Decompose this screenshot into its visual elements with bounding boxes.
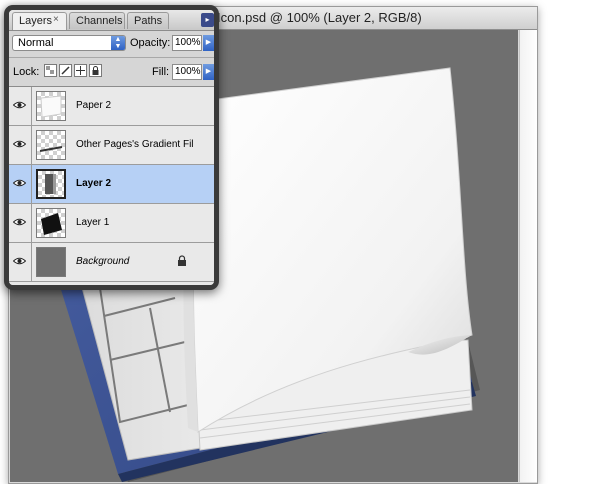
- layer-thumbnail: [36, 247, 66, 277]
- tab-paths[interactable]: Paths: [127, 12, 169, 29]
- lock-row: Lock: Fill: 100% ▶: [9, 58, 214, 87]
- visibility-toggle[interactable]: [9, 165, 32, 203]
- layer-row-layer-1[interactable]: Layer 1: [9, 204, 214, 243]
- fill-label: Fill:: [152, 66, 170, 78]
- layer-row-paper-2[interactable]: Paper 2: [9, 87, 214, 126]
- lock-all-padlock-icon[interactable]: [89, 64, 102, 77]
- layer-name: Other Pages's Gradient Fill co...: [76, 139, 194, 150]
- layers-panel: Layers × Channels Paths ▸ Normal ▲ ▼ Opac…: [4, 5, 219, 290]
- updown-arrow-icon: ▲ ▼: [111, 36, 125, 50]
- layer-name: Layer 2: [76, 178, 112, 189]
- document-title: Icon.psd @ 100% (Layer 2, RGB/8): [217, 10, 422, 25]
- eye-icon: [13, 257, 26, 265]
- layer-thumbnail: [36, 169, 66, 199]
- layer-thumbnail: [36, 208, 66, 238]
- tab-channels[interactable]: Channels: [69, 12, 125, 29]
- tab-paths-label: Paths: [134, 15, 163, 27]
- visibility-toggle[interactable]: [9, 204, 32, 242]
- layer-list: Paper 2 Other Pages's Gradient Fill co..…: [9, 87, 214, 285]
- blend-mode-value: Normal: [18, 37, 54, 49]
- eye-icon: [13, 218, 26, 226]
- close-icon[interactable]: ×: [53, 14, 59, 25]
- lock-position-move-icon[interactable]: [74, 64, 87, 77]
- visibility-toggle[interactable]: [9, 87, 32, 125]
- visibility-toggle[interactable]: [9, 126, 32, 164]
- opacity-slider-arrow-icon[interactable]: ▶: [203, 35, 214, 51]
- layer-row-background[interactable]: Background: [9, 243, 214, 282]
- panel-menu-icon[interactable]: ▸: [201, 13, 214, 27]
- layer-thumbnail: [36, 130, 66, 160]
- fill-slider-arrow-icon[interactable]: ▶: [203, 64, 214, 80]
- panel-tab-bar: Layers × Channels Paths ▸: [9, 10, 214, 31]
- visibility-toggle[interactable]: [9, 243, 32, 281]
- blend-mode-select[interactable]: Normal ▲ ▼: [12, 35, 126, 51]
- blend-row: Normal ▲ ▼ Opacity: 100% ▶: [9, 31, 214, 58]
- lock-icon: [178, 255, 186, 266]
- layer-name: Paper 2: [76, 100, 112, 111]
- layer-name: Layer 1: [76, 217, 110, 228]
- layer-thumbnail: [36, 91, 66, 121]
- lock-label: Lock:: [13, 66, 40, 78]
- eye-icon: [13, 101, 26, 109]
- layer-row-layer-2[interactable]: Layer 2: [9, 165, 214, 204]
- fill-input[interactable]: 100%: [172, 64, 202, 80]
- eye-icon: [13, 179, 26, 187]
- opacity-label: Opacity:: [130, 37, 171, 49]
- lock-image-brush-icon[interactable]: [59, 64, 72, 77]
- tab-channels-label: Channels: [76, 15, 123, 27]
- opacity-input[interactable]: 100%: [172, 35, 202, 51]
- vertical-scrollbar[interactable]: [519, 30, 537, 482]
- lock-transparency-icon[interactable]: [44, 64, 57, 77]
- tab-layers-label: Layers: [19, 15, 53, 27]
- eye-icon: [13, 140, 26, 148]
- layer-row-other-pages[interactable]: Other Pages's Gradient Fill co...: [9, 126, 214, 165]
